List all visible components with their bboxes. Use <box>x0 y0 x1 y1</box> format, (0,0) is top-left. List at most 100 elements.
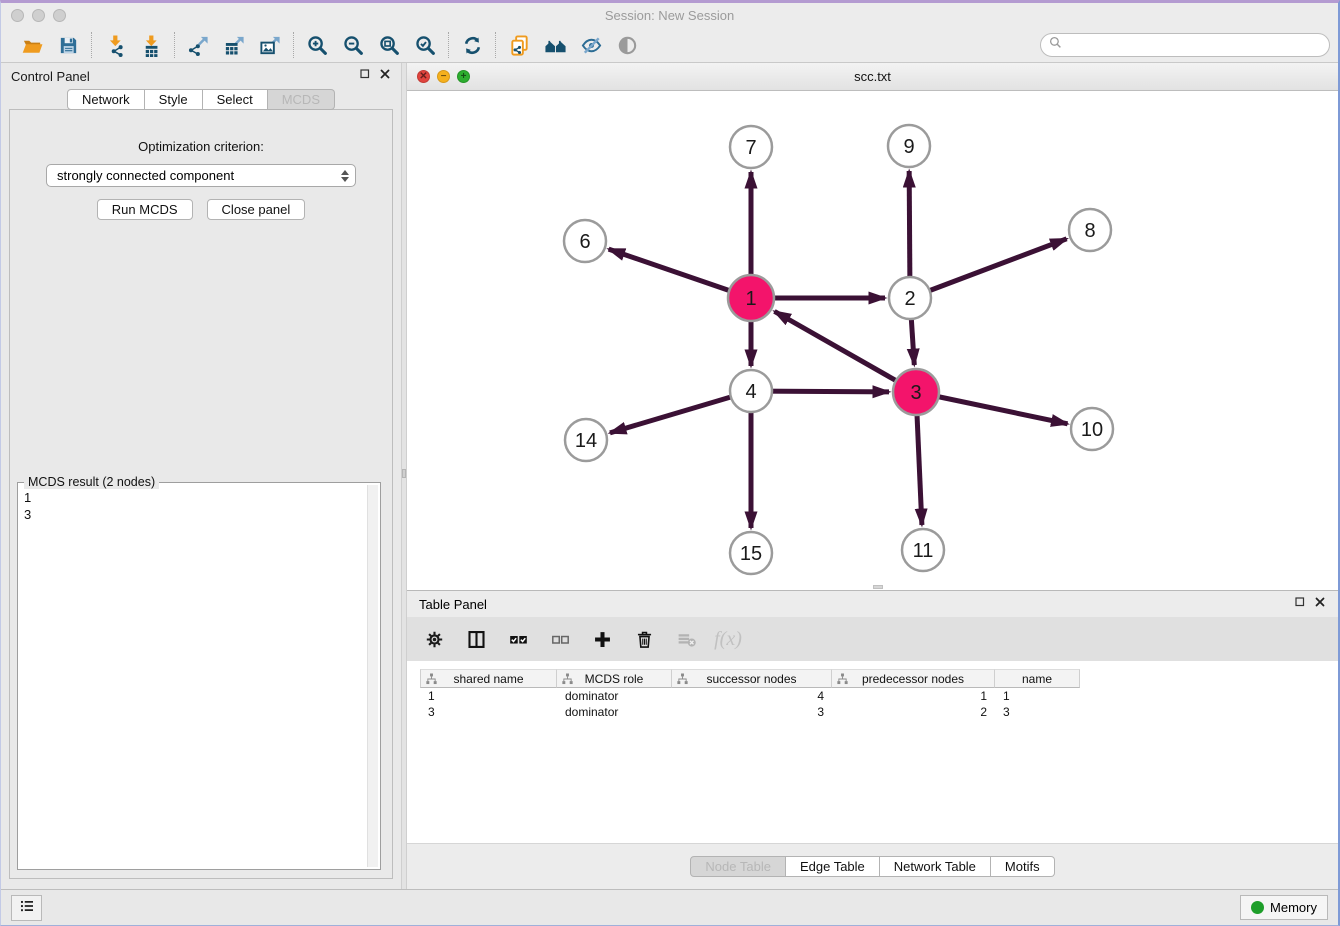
task-history-button[interactable] <box>11 895 42 921</box>
clone-network-button[interactable] <box>504 31 534 59</box>
search-box[interactable] <box>1040 33 1330 57</box>
minimize-window-button[interactable] <box>32 9 45 22</box>
graph-node-11[interactable]: 11 <box>902 529 944 571</box>
graph-node-7[interactable]: 7 <box>730 126 772 168</box>
import-table-button[interactable] <box>136 31 166 59</box>
horizontal-splitter-grip[interactable] <box>873 585 883 589</box>
save-session-button[interactable] <box>53 31 83 59</box>
table-cell[interactable]: 1 <box>995 689 1080 703</box>
zoom-in-button[interactable] <box>302 31 332 59</box>
close-panel-icon[interactable] <box>379 67 391 85</box>
optimization-criterion-select[interactable]: strongly connected component <box>46 164 356 187</box>
open-file-button[interactable] <box>17 31 47 59</box>
column-header-successor-nodes[interactable]: successor nodes <box>672 669 832 688</box>
tab-node-table[interactable]: Node Table <box>690 856 786 877</box>
network-window-controls: ✕ − + <box>417 70 470 83</box>
table-cell[interactable]: 3 <box>672 705 832 719</box>
zoom-out-button[interactable] <box>338 31 368 59</box>
export-image-button[interactable] <box>255 31 285 59</box>
table-cell[interactable]: 2 <box>832 705 995 719</box>
table-cell[interactable]: 3 <box>420 705 557 719</box>
table-panel-header: Table Panel <box>407 591 1338 617</box>
graph-node-1[interactable]: 1 <box>728 275 774 321</box>
table-cell[interactable]: dominator <box>557 689 672 703</box>
svg-text:1: 1 <box>745 288 756 310</box>
search-input[interactable] <box>1067 38 1321 52</box>
toolbar-group <box>496 31 650 59</box>
table-cell[interactable]: 3 <box>995 705 1080 719</box>
float-panel-icon[interactable] <box>1294 595 1306 613</box>
column-header-name[interactable]: name <box>995 669 1080 688</box>
function-builder-button: f(x) <box>715 624 741 654</box>
run-mcds-button[interactable]: Run MCDS <box>97 199 193 220</box>
tab-motifs[interactable]: Motifs <box>991 856 1055 877</box>
first-neighbors-button[interactable] <box>540 31 570 59</box>
show-graphics-details-button[interactable] <box>612 31 642 59</box>
node-table: shared name MCDS role successor nodesprede… <box>407 661 1338 843</box>
mcds-result-list[interactable]: 13 <box>20 485 366 867</box>
show-columns-button[interactable] <box>463 624 489 654</box>
export-network-button[interactable] <box>183 31 213 59</box>
select-all-button[interactable] <box>505 624 531 654</box>
maximize-window-button[interactable] <box>53 9 66 22</box>
hide-graphics-details-button[interactable] <box>576 31 606 59</box>
select-all-icon <box>508 629 529 650</box>
table-settings-button[interactable] <box>421 624 447 654</box>
close-panel-icon[interactable] <box>1314 595 1326 613</box>
network-close-button[interactable]: ✕ <box>417 70 430 83</box>
control-panel: Control Panel NetworkStyleSelectMCDS Opt… <box>1 63 401 889</box>
window-controls <box>11 3 66 28</box>
toolbar-group <box>449 31 495 59</box>
edge-2-8[interactable] <box>910 239 1067 298</box>
network-canvas[interactable]: 7 9 6 8 1 2 4 3 14 10 15 11 <box>407 91 1338 590</box>
network-graph[interactable]: 7 9 6 8 1 2 4 3 14 10 15 11 <box>407 91 1338 590</box>
tab-network[interactable]: Network <box>67 89 145 110</box>
tab-network-table[interactable]: Network Table <box>880 856 991 877</box>
toolbar-group <box>92 31 174 59</box>
table-cell[interactable]: 4 <box>672 689 832 703</box>
window-title: Session: New Session <box>605 8 734 23</box>
tab-mcds[interactable]: MCDS <box>268 89 335 110</box>
graph-node-3[interactable]: 3 <box>893 369 939 415</box>
result-scrollbar[interactable] <box>367 485 378 867</box>
unselect-all-button[interactable] <box>547 624 573 654</box>
graph-node-15[interactable]: 15 <box>730 532 772 574</box>
tab-select[interactable]: Select <box>203 89 268 110</box>
tab-style[interactable]: Style <box>145 89 203 110</box>
table-tabs-bar: Node TableEdge TableNetwork TableMotifs <box>407 843 1338 889</box>
column-header-shared-name[interactable]: shared name <box>420 669 557 688</box>
network-maximize-button[interactable]: + <box>457 70 470 83</box>
graph-node-9[interactable]: 9 <box>888 125 930 167</box>
graph-node-8[interactable]: 8 <box>1069 209 1111 251</box>
delete-columns-button[interactable] <box>631 624 657 654</box>
export-table-button[interactable] <box>219 31 249 59</box>
column-header-MCDS-role[interactable]: MCDS role <box>557 669 672 688</box>
network-minimize-button[interactable]: − <box>437 70 450 83</box>
float-panel-icon[interactable] <box>359 67 371 85</box>
graph-node-2[interactable]: 2 <box>889 277 931 319</box>
table-row[interactable]: 1dominator411 <box>420 688 1338 704</box>
memory-button[interactable]: Memory <box>1240 895 1328 920</box>
close-window-button[interactable] <box>11 9 24 22</box>
import-network-button[interactable] <box>100 31 130 59</box>
zoom-selected-button[interactable] <box>410 31 440 59</box>
graph-node-4[interactable]: 4 <box>730 370 772 412</box>
table-row[interactable]: 3dominator323 <box>420 704 1338 720</box>
create-column-button[interactable] <box>589 624 615 654</box>
tab-edge-table[interactable]: Edge Table <box>786 856 880 877</box>
table-cell[interactable]: dominator <box>557 705 672 719</box>
column-label: MCDS role <box>585 672 644 686</box>
column-header-predecessor-nodes[interactable]: predecessor nodes <box>832 669 995 688</box>
zoom-fit-button[interactable] <box>374 31 404 59</box>
table-cell[interactable]: 1 <box>832 689 995 703</box>
close-panel-button[interactable]: Close panel <box>207 199 306 220</box>
graph-node-10[interactable]: 10 <box>1071 408 1113 450</box>
graph-node-6[interactable]: 6 <box>564 220 606 262</box>
memory-status-icon <box>1251 901 1264 914</box>
app-window: Session: New Session Control Panel Netwo… <box>0 0 1340 926</box>
edge-3-1[interactable] <box>774 311 916 392</box>
table-cell[interactable]: 1 <box>420 689 557 703</box>
graph-node-14[interactable]: 14 <box>565 419 607 461</box>
refresh-view-button[interactable] <box>457 31 487 59</box>
splitter-grip[interactable] <box>402 469 406 478</box>
